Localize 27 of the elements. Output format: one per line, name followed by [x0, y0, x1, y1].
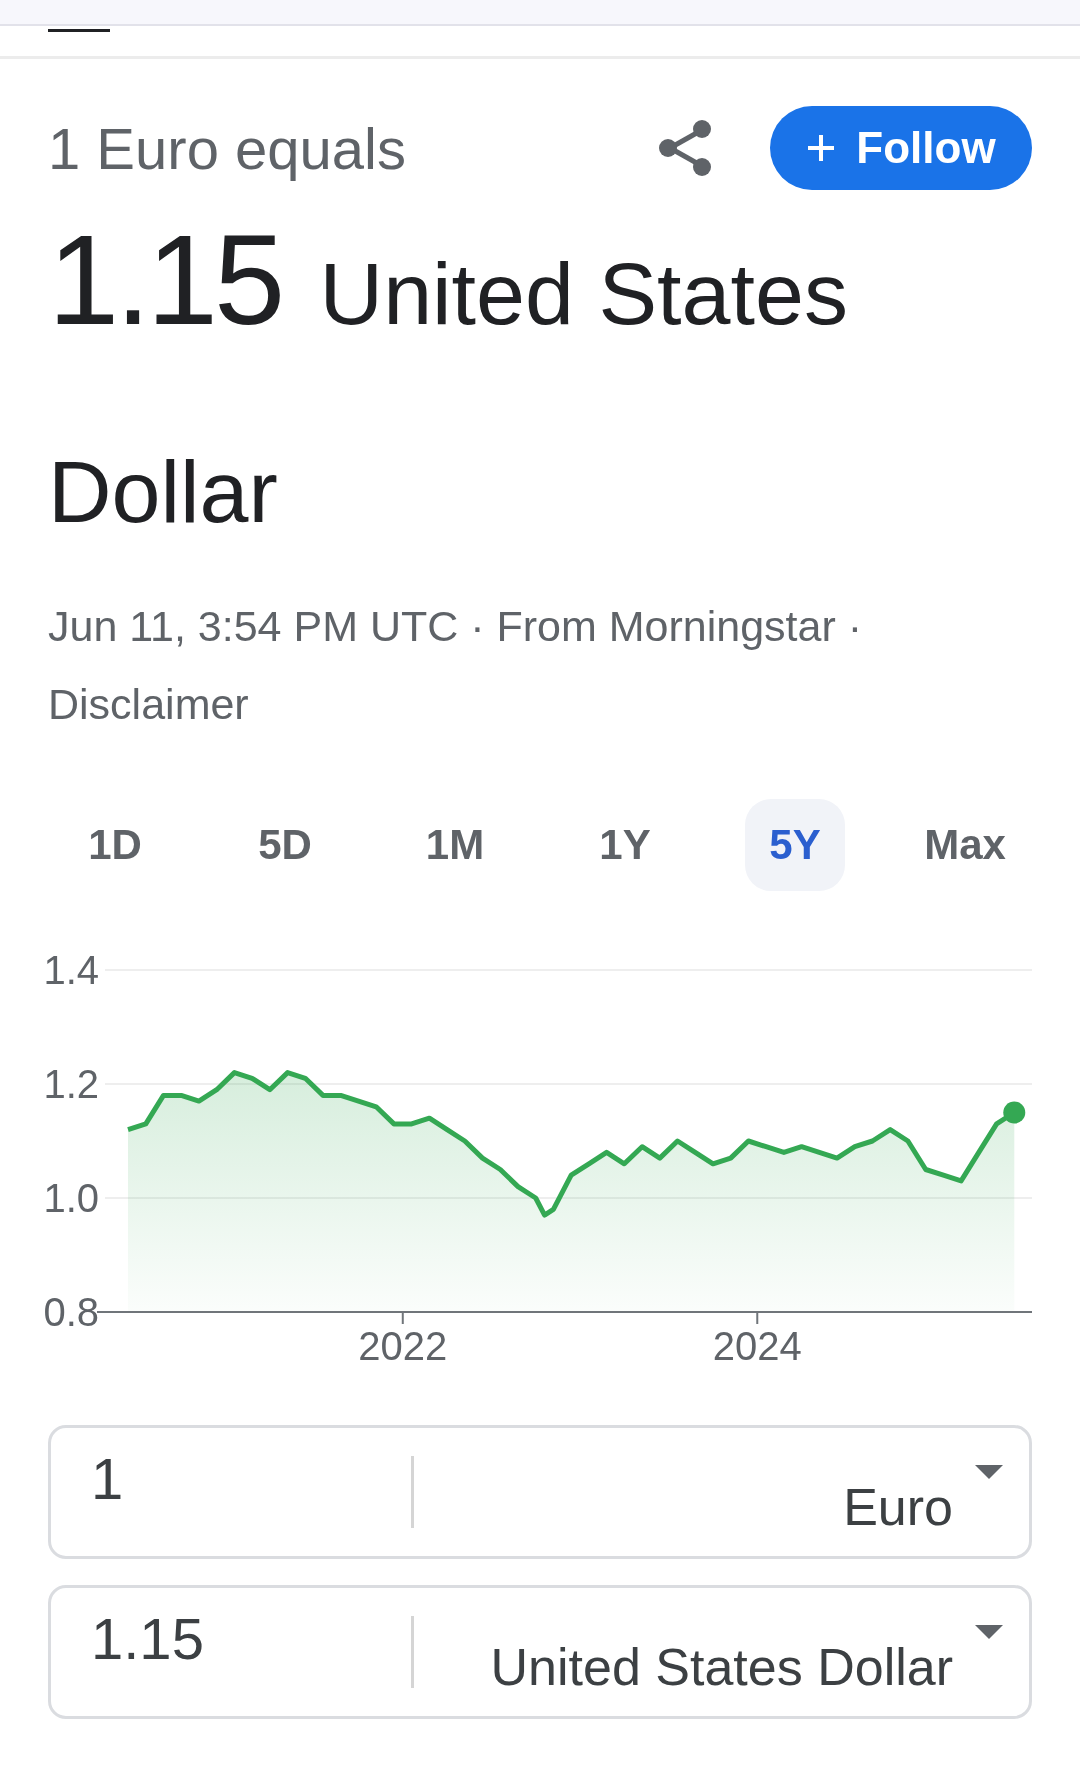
range-tab[interactable]: Max [912, 799, 1018, 891]
exchange-rate-headline: 1.15 United States Dollar [48, 207, 849, 543]
share-icon[interactable] [658, 118, 712, 178]
caret-icon [975, 1465, 1003, 1479]
y-axis-label: 1.4 [43, 948, 99, 992]
currency-select[interactable]: United States Dollar [414, 1597, 1029, 1707]
follow-button[interactable]: Follow [770, 106, 1032, 190]
range-tab[interactable]: 1D [65, 799, 165, 891]
x-axis-label: 2022 [358, 1324, 448, 1368]
tab-indicator [48, 29, 110, 32]
caret-icon [975, 1625, 1003, 1639]
plus-icon [806, 133, 837, 163]
y-axis-label: 0.8 [43, 1290, 99, 1334]
range-tab[interactable]: 1Y [575, 799, 675, 891]
disclaimer-link[interactable]: Disclaimer [48, 680, 249, 728]
currency-select[interactable]: Euro [414, 1437, 1029, 1547]
y-axis-label: 1.2 [43, 1062, 99, 1106]
x-axis-label: 2024 [712, 1324, 802, 1368]
amount-input[interactable]: 1.15 [91, 1598, 401, 1678]
amount-input[interactable]: 1 [91, 1438, 401, 1518]
range-tab[interactable]: 5D [235, 799, 335, 891]
y-axis-label: 1.0 [43, 1176, 99, 1220]
end-point-marker [1003, 1101, 1026, 1124]
source-info: Jun 11, 3:54 PM UTC · From Morningstar · Disclaimer [48, 601, 864, 730]
range-tab[interactable]: 5Y [745, 799, 845, 891]
equals-label: 1 Euro equals [48, 114, 407, 182]
range-tab[interactable]: 1M [405, 799, 505, 891]
